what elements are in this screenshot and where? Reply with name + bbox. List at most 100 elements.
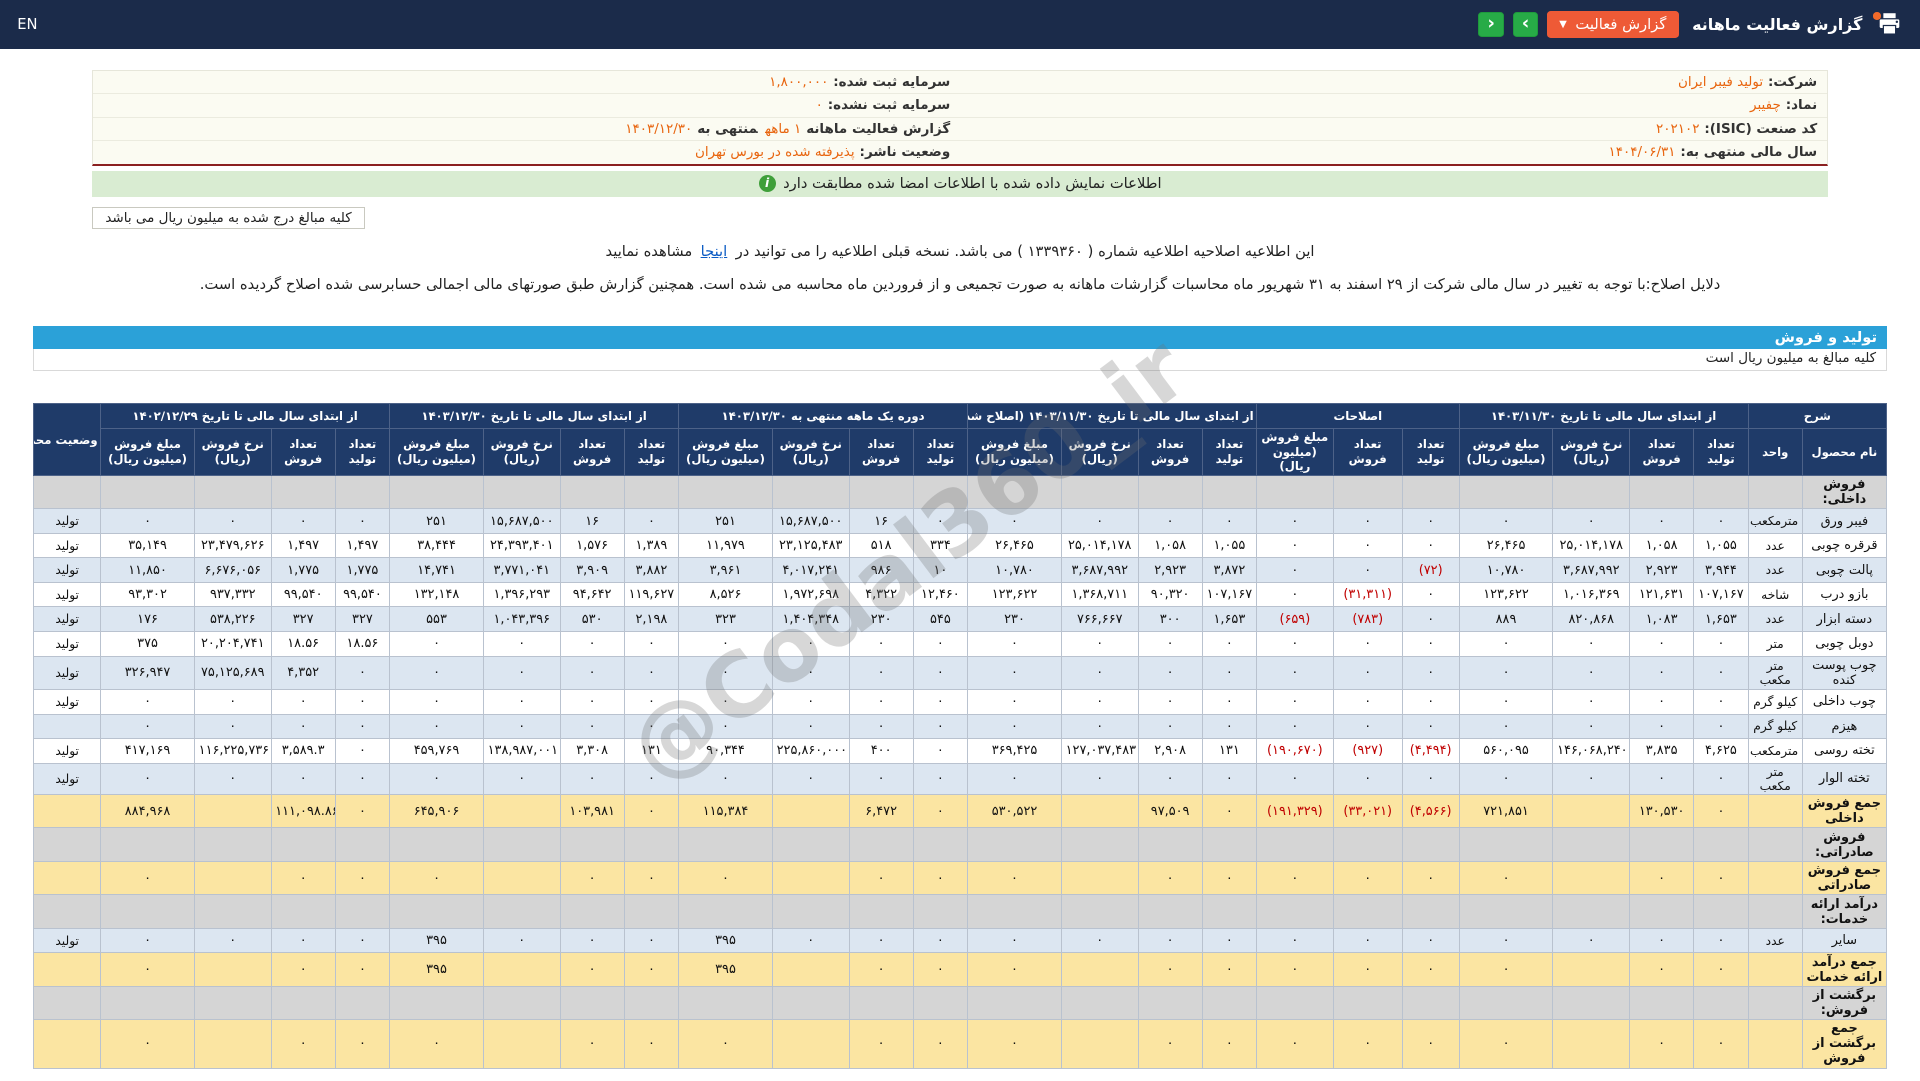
total-row: جمع برگشت از فروش۰۰۰۰۰۰۰۰۰۰۰۰۰۰۰۰۰۰ <box>34 1020 1887 1068</box>
empty-cell <box>34 895 101 928</box>
value-cell: ۵۳۰ <box>560 607 624 632</box>
sub-column-header: مبلغ فروش (میلیون ریال) <box>679 428 773 475</box>
value-cell: ۲,۹۲۳ <box>1138 558 1202 583</box>
sub-column-header: تعداد فروش <box>560 428 624 475</box>
value-cell: ۱۳۲,۱۴۸ <box>390 582 484 607</box>
empty-cell <box>1333 828 1402 861</box>
info-row: شرکت:تولید فیبر ایران سرمایه ثبت شده:۱,۸… <box>93 71 1827 94</box>
product-unit: عدد <box>1748 558 1802 583</box>
value-cell: ۱۱,۹۷۹ <box>679 533 773 558</box>
empty-cell <box>1694 475 1748 508</box>
product-status: تولید <box>34 582 101 607</box>
value-cell: ۱۲۳,۶۲۲ <box>1459 582 1553 607</box>
product-unit: متر مکعب <box>1748 656 1802 689</box>
report-type-dropdown[interactable]: گزارش فعالیت ▼ <box>1547 11 1679 38</box>
empty-cell <box>1257 475 1334 508</box>
value-cell: ۰ <box>1333 1020 1402 1068</box>
empty-cell <box>679 475 773 508</box>
value-cell <box>483 953 560 986</box>
section-row: برگشت از فروش: <box>34 986 1887 1019</box>
language-en-link[interactable]: EN <box>17 16 37 33</box>
sub-column-header: تعداد فروش <box>271 428 335 475</box>
empty-cell <box>1630 475 1694 508</box>
group-header: از ابتدای سال مالی تا تاریخ ۱۴۰۳/۱۱/۳۰ (… <box>968 404 1257 429</box>
section-label: فروش صادراتی: <box>1802 828 1886 861</box>
value-cell: ۰ <box>772 689 849 714</box>
value-cell: ۰ <box>1402 607 1459 632</box>
value-cell: ۱,۹۷۲,۶۹۸ <box>772 582 849 607</box>
value-cell: ۱۴۶,۰۶۸,۲۴۰ <box>1553 739 1630 764</box>
value-cell: ۰ <box>1333 689 1402 714</box>
total-row: جمع فروش صادراتی۰۰۰۰۰۰۰۰۰۰۰۰۰۰۰۰۰۰ <box>34 861 1887 894</box>
empty-cell <box>390 986 484 1019</box>
sub-column-header: تعداد تولید <box>335 428 389 475</box>
empty-cell <box>560 828 624 861</box>
value-cell <box>194 795 271 828</box>
value-cell: ۰ <box>1333 656 1402 689</box>
production-table-wrap: شرحاز ابتدای سال مالی تا تاریخ ۱۴۰۳/۱۱/۳… <box>33 403 1887 1068</box>
value-cell: ۰ <box>1694 953 1748 986</box>
value-cell: ۰ <box>913 861 967 894</box>
empty-cell <box>968 828 1062 861</box>
value-cell: ۹۹,۵۴۰ <box>271 582 335 607</box>
product-unit <box>1748 795 1802 828</box>
empty-cell <box>335 475 389 508</box>
product-status <box>34 953 101 986</box>
empty-cell <box>1459 986 1553 1019</box>
unregistered-capital-value: ۰ <box>816 97 823 113</box>
sub-column-header: تعداد فروش <box>1630 428 1694 475</box>
value-cell: ۲۵۱ <box>390 509 484 534</box>
value-cell <box>1061 953 1138 986</box>
product-status: تولید <box>34 656 101 689</box>
empty-cell <box>1694 986 1748 1019</box>
value-cell: ۰ <box>624 632 678 657</box>
previous-announcement-button[interactable]: ‹ <box>1478 12 1504 38</box>
empty-cell <box>849 986 913 1019</box>
value-cell: ۰ <box>390 689 484 714</box>
empty-cell <box>483 895 560 928</box>
value-cell: ۰ <box>1202 1020 1256 1068</box>
empty-cell <box>913 475 967 508</box>
value-cell: ۰ <box>390 714 484 739</box>
value-cell: ۰ <box>101 509 195 534</box>
value-cell: ۱,۰۵۵ <box>1202 533 1256 558</box>
amendment-notice: این اطلاعیه اصلاحیه اطلاعیه شماره ( ۱۳۳۹… <box>0 243 1920 260</box>
section-row: فروش داخلی: <box>34 475 1887 508</box>
value-cell: (۴,۵۶۶) <box>1402 795 1459 828</box>
empty-cell <box>483 475 560 508</box>
empty-cell <box>483 828 560 861</box>
value-cell: ۰ <box>1694 656 1748 689</box>
registered-capital-label: سرمایه ثبت شده: <box>833 74 950 90</box>
previous-version-link[interactable]: اینجا <box>701 243 728 260</box>
empty-cell <box>101 828 195 861</box>
value-cell: ۰ <box>1694 795 1748 828</box>
value-cell: ۰ <box>390 1020 484 1068</box>
fiscal-year-value: ۱۴۰۴/۰۶/۳۱ <box>1608 144 1675 160</box>
product-row: تخته الوارمتر مکعب۰۰۰۰۰۰۰۰۰۰۰۰۰۰۰۰۰۰۰۰۰۰… <box>34 763 1887 794</box>
value-cell: ۰ <box>1061 928 1138 953</box>
name-column-header: نام محصول <box>1802 428 1886 475</box>
value-cell: ۹۳۷,۳۳۲ <box>194 582 271 607</box>
value-cell: ۳,۸۷۲ <box>1202 558 1256 583</box>
empty-cell <box>1402 828 1459 861</box>
empty-cell <box>1748 986 1802 1019</box>
value-cell: ۰ <box>1257 632 1334 657</box>
next-announcement-button[interactable]: › <box>1513 12 1539 38</box>
empty-cell <box>1333 895 1402 928</box>
correction-reason: دلایل اصلاح:با توجه به تغییر در سال مالی… <box>0 276 1920 293</box>
report-period-label: گزارش فعالیت ماهانه <box>806 121 950 137</box>
product-status: تولید <box>34 558 101 583</box>
value-cell: ۳,۹۶۱ <box>679 558 773 583</box>
value-cell: ۰ <box>1402 689 1459 714</box>
print-icon[interactable] <box>1876 12 1903 37</box>
value-cell: ۰ <box>913 1020 967 1068</box>
value-cell: ۰ <box>1630 953 1694 986</box>
value-cell: ۳,۸۳۵ <box>1630 739 1694 764</box>
value-cell: ۰ <box>624 795 678 828</box>
value-cell: ۰ <box>772 763 849 794</box>
publisher-status-cell: وضعیت ناشر:پذیرفته شده در بورس تهران <box>93 144 960 160</box>
value-cell: ۲۲۵,۸۶۰,۰۰۰ <box>772 739 849 764</box>
product-name: تخته الوار <box>1802 763 1886 794</box>
value-cell: ۰ <box>1553 689 1630 714</box>
value-cell: ۰ <box>913 739 967 764</box>
